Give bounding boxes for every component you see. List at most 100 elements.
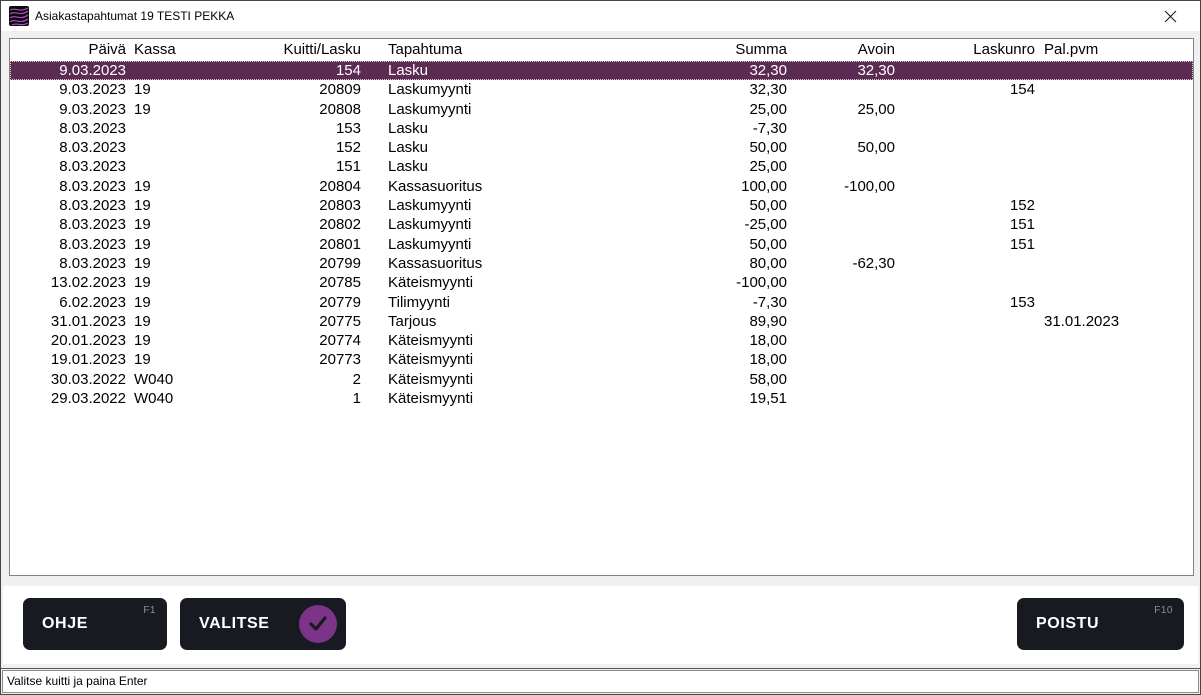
help-button[interactable]: OHJE F1	[23, 598, 167, 650]
cell-tapahtuma: Käteismyynti	[361, 370, 641, 389]
cell-paiva: 8.03.2023	[10, 177, 126, 196]
cell-tapahtuma: Lasku	[361, 157, 641, 176]
help-fkey-label: F1	[143, 605, 156, 616]
cell-kuitti-lasku: 1	[256, 389, 361, 408]
table-row[interactable]: 9.03.2023 19 20809 Laskumyynti 32,30 154	[10, 80, 1193, 99]
table-row[interactable]: 8.03.2023 19 20802 Laskumyynti -25,00 15…	[10, 215, 1193, 234]
cell-avoin	[787, 196, 895, 215]
cell-paiva: 8.03.2023	[10, 215, 126, 234]
cell-summa: -100,00	[641, 273, 787, 292]
table-row[interactable]: 13.02.2023 19 20785 Käteismyynti -100,00	[10, 273, 1193, 292]
cell-paiva: 9.03.2023	[10, 100, 126, 119]
cell-laskunro	[895, 61, 1035, 80]
cell-kassa	[126, 138, 256, 157]
cell-palpvm	[1035, 273, 1193, 292]
cell-kassa: 19	[126, 331, 256, 350]
cell-paiva: 13.02.2023	[10, 273, 126, 292]
cell-paiva: 9.03.2023	[10, 80, 126, 99]
cell-palpvm	[1035, 61, 1193, 80]
exit-button[interactable]: POISTU F10	[1017, 598, 1184, 650]
cell-laskunro	[895, 254, 1035, 273]
cell-summa: 32,30	[641, 61, 787, 80]
cell-tapahtuma: Käteismyynti	[361, 389, 641, 408]
cell-palpvm	[1035, 196, 1193, 215]
column-header-palpvm: Pal.pvm	[1035, 39, 1193, 61]
cell-kassa: 19	[126, 235, 256, 254]
cell-summa: 89,90	[641, 312, 787, 331]
table-row[interactable]: 9.03.2023 19 20808 Laskumyynti 25,00 25,…	[10, 100, 1193, 119]
close-button[interactable]	[1150, 1, 1190, 31]
cell-palpvm	[1035, 331, 1193, 350]
table-row[interactable]: 30.03.2022 W040 2 Käteismyynti 58,00	[10, 370, 1193, 389]
table-row[interactable]: 9.03.2023 154 Lasku 32,30 32,30	[10, 61, 1193, 80]
cell-kuitti-lasku: 20804	[256, 177, 361, 196]
cell-kuitti-lasku: 20809	[256, 80, 361, 99]
cell-kassa: 19	[126, 196, 256, 215]
cell-paiva: 8.03.2023	[10, 254, 126, 273]
column-header-avoin: Avoin	[787, 39, 895, 61]
cell-kuitti-lasku: 20779	[256, 293, 361, 312]
cell-summa: -7,30	[641, 293, 787, 312]
cell-laskunro	[895, 273, 1035, 292]
cell-summa: 58,00	[641, 370, 787, 389]
cell-summa: 18,00	[641, 331, 787, 350]
cell-laskunro	[895, 119, 1035, 138]
exit-button-label: POISTU	[1036, 615, 1099, 632]
table-row[interactable]: 8.03.2023 152 Lasku 50,00 50,00	[10, 138, 1193, 157]
window-title: Asiakastapahtumat 19 TESTI PEKKA	[35, 9, 234, 23]
cell-kuitti-lasku: 20802	[256, 215, 361, 234]
cell-paiva: 29.03.2022	[10, 389, 126, 408]
cell-palpvm	[1035, 293, 1193, 312]
cell-kuitti-lasku: 2	[256, 370, 361, 389]
cell-paiva: 9.03.2023	[10, 61, 126, 80]
cell-kuitti-lasku: 20775	[256, 312, 361, 331]
cell-avoin	[787, 350, 895, 369]
cell-paiva: 8.03.2023	[10, 119, 126, 138]
cell-paiva: 19.01.2023	[10, 350, 126, 369]
column-header-tapahtuma: Tapahtuma	[361, 39, 641, 61]
cell-avoin: 25,00	[787, 100, 895, 119]
cell-avoin	[787, 370, 895, 389]
cell-avoin: 50,00	[787, 138, 895, 157]
column-header-laskunro: Laskunro	[895, 39, 1035, 61]
cell-laskunro: 151	[895, 235, 1035, 254]
cell-avoin	[787, 331, 895, 350]
select-button[interactable]: VALITSE	[180, 598, 346, 650]
cell-summa: 100,00	[641, 177, 787, 196]
table-row[interactable]: 6.02.2023 19 20779 Tilimyynti -7,30 153	[10, 293, 1193, 312]
cell-laskunro	[895, 157, 1035, 176]
cell-kassa: 19	[126, 80, 256, 99]
cell-avoin: -62,30	[787, 254, 895, 273]
cell-kuitti-lasku: 20799	[256, 254, 361, 273]
cell-kassa: 19	[126, 177, 256, 196]
cell-kassa: 19	[126, 273, 256, 292]
cell-kuitti-lasku: 153	[256, 119, 361, 138]
check-circle	[299, 605, 337, 643]
table-row[interactable]: 20.01.2023 19 20774 Käteismyynti 18,00	[10, 331, 1193, 350]
table-row[interactable]: 8.03.2023 19 20803 Laskumyynti 50,00 152	[10, 196, 1193, 215]
table-row[interactable]: 31.01.2023 19 20775 Tarjous 89,90 31.01.…	[10, 312, 1193, 331]
cell-laskunro: 151	[895, 215, 1035, 234]
table-row[interactable]: 19.01.2023 19 20773 Käteismyynti 18,00	[10, 350, 1193, 369]
table-row[interactable]: 8.03.2023 19 20801 Laskumyynti 50,00 151	[10, 235, 1193, 254]
table-row[interactable]: 29.03.2022 W040 1 Käteismyynti 19,51	[10, 389, 1193, 408]
cell-palpvm	[1035, 254, 1193, 273]
table-row[interactable]: 8.03.2023 153 Lasku -7,30	[10, 119, 1193, 138]
cell-tapahtuma: Lasku	[361, 138, 641, 157]
cell-summa: 80,00	[641, 254, 787, 273]
cell-tapahtuma: Kassasuoritus	[361, 177, 641, 196]
cell-kuitti-lasku: 20803	[256, 196, 361, 215]
cell-palpvm	[1035, 235, 1193, 254]
table-row[interactable]: 8.03.2023 19 20799 Kassasuoritus 80,00 -…	[10, 254, 1193, 273]
table-row[interactable]: 8.03.2023 19 20804 Kassasuoritus 100,00 …	[10, 177, 1193, 196]
cell-avoin	[787, 389, 895, 408]
cell-tapahtuma: Käteismyynti	[361, 350, 641, 369]
table-row[interactable]: 8.03.2023 151 Lasku 25,00	[10, 157, 1193, 176]
cell-summa: 50,00	[641, 196, 787, 215]
cell-paiva: 8.03.2023	[10, 196, 126, 215]
cell-tapahtuma: Laskumyynti	[361, 80, 641, 99]
table-header: Päivä Kassa Kuitti/Lasku Tapahtuma Summa…	[10, 39, 1193, 61]
cell-kuitti-lasku: 20773	[256, 350, 361, 369]
cell-tapahtuma: Laskumyynti	[361, 100, 641, 119]
cell-tapahtuma: Kassasuoritus	[361, 254, 641, 273]
